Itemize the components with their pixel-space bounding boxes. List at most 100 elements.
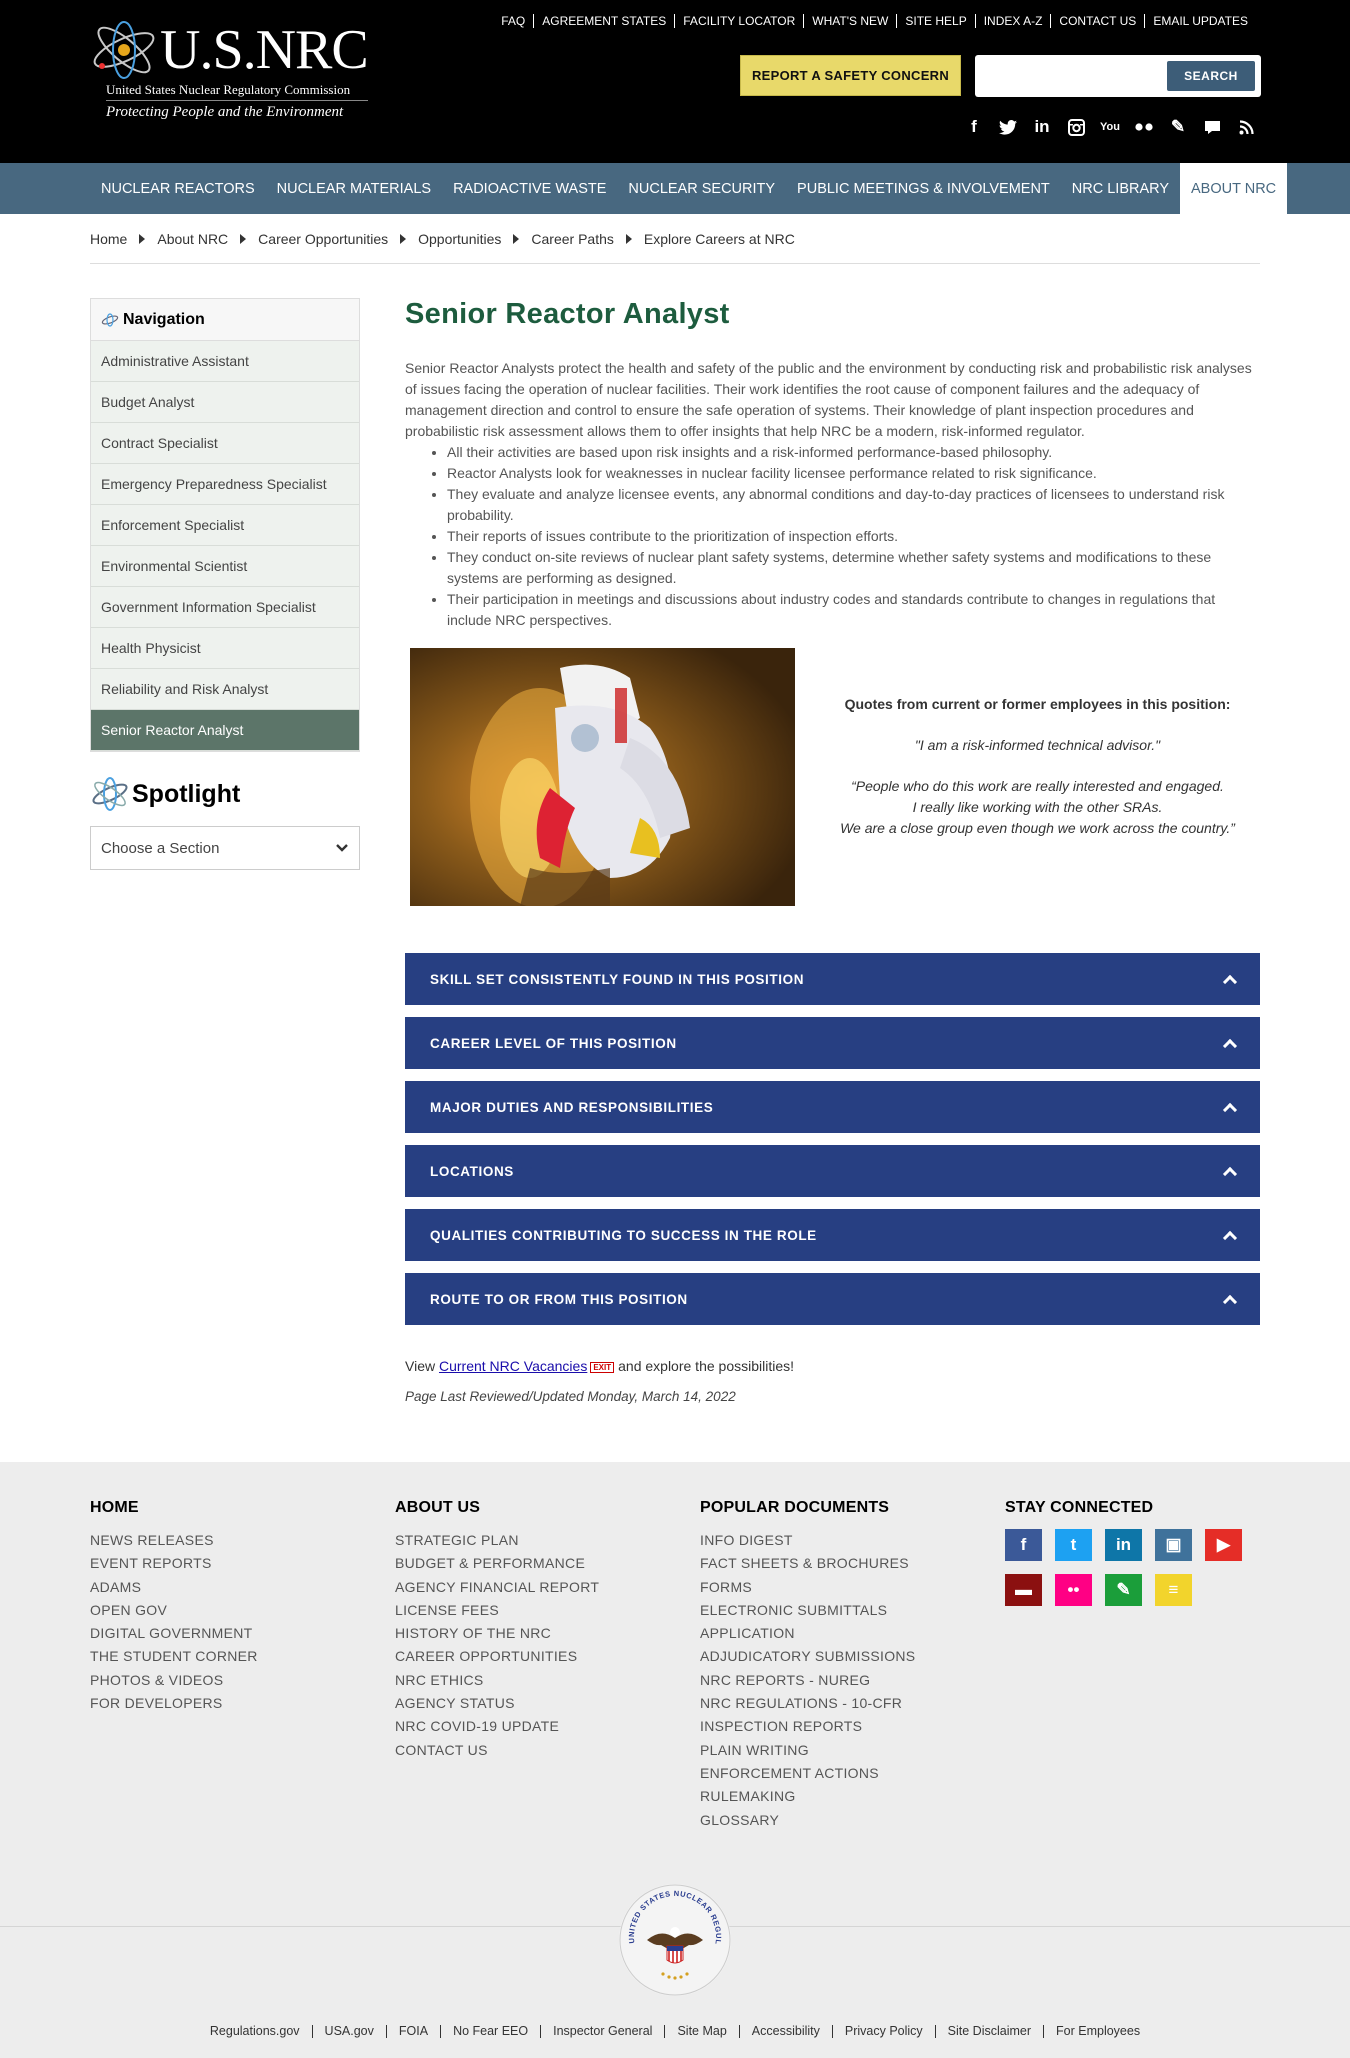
nav-nuclear-reactors[interactable]: NUCLEAR REACTORS xyxy=(90,163,266,214)
footer-link[interactable]: ELECTRONIC SUBMITTALS xyxy=(700,1599,915,1622)
pencil-icon[interactable]: ✎ xyxy=(1105,1574,1142,1606)
footer-link[interactable]: NRC REGULATIONS - 10-CFR xyxy=(700,1692,915,1715)
util-link-index[interactable]: INDEX A-Z xyxy=(974,14,1051,28)
nav-nuclear-security[interactable]: NUCLEAR SECURITY xyxy=(617,163,786,214)
flickr-icon[interactable] xyxy=(1134,117,1154,137)
instagram-icon[interactable] xyxy=(1066,117,1086,137)
nav-nrc-library[interactable]: NRC LIBRARY xyxy=(1061,163,1180,214)
footer-link[interactable]: THE STUDENT CORNER xyxy=(90,1645,258,1668)
footer-link-accessibility[interactable]: Accessibility xyxy=(738,2025,832,2038)
footer-link[interactable]: GLOSSARY xyxy=(700,1809,915,1832)
accordion-route[interactable]: ROUTE TO OR FROM THIS POSITION xyxy=(405,1273,1260,1325)
facebook-icon[interactable]: f xyxy=(964,117,984,137)
util-link-facility-locator[interactable]: FACILITY LOCATOR xyxy=(674,14,803,28)
nav-radioactive-waste[interactable]: RADIOACTIVE WASTE xyxy=(442,163,617,214)
nrc-logo[interactable]: U.S.NRC United States Nuclear Regulatory… xyxy=(90,18,370,128)
youtube-icon[interactable]: ▶ xyxy=(1205,1529,1242,1561)
footer-link-site-disclaimer[interactable]: Site Disclaimer xyxy=(934,2025,1043,2038)
facebook-icon[interactable]: f xyxy=(1005,1529,1042,1561)
sidebar-item-environmental-scientist[interactable]: Environmental Scientist xyxy=(91,546,359,587)
footer-link-privacy-policy[interactable]: Privacy Policy xyxy=(831,2025,935,2038)
footer-link[interactable]: NRC REPORTS - NUREG xyxy=(700,1669,915,1692)
breadcrumb-career-opportunities[interactable]: Career Opportunities xyxy=(258,231,388,247)
breadcrumb-home[interactable]: Home xyxy=(90,231,127,247)
footer-link[interactable]: NRC ETHICS xyxy=(395,1669,599,1692)
footer-link[interactable]: FOR DEVELOPERS xyxy=(90,1692,258,1715)
footer-link[interactable]: AGENCY FINANCIAL REPORT xyxy=(395,1576,599,1599)
footer-heading[interactable]: HOME xyxy=(90,1499,258,1517)
footer-link[interactable]: ENFORCEMENT ACTIONS xyxy=(700,1762,915,1785)
sidebar-item-administrative-assistant[interactable]: Administrative Assistant xyxy=(91,341,359,382)
accordion-major-duties[interactable]: MAJOR DUTIES AND RESPONSIBILITIES xyxy=(405,1081,1260,1133)
current-vacancies-link[interactable]: Current NRC Vacancies xyxy=(439,1358,587,1374)
accordion-qualities[interactable]: QUALITIES CONTRIBUTING TO SUCCESS IN THE… xyxy=(405,1209,1260,1261)
footer-link-inspector-general[interactable]: Inspector General xyxy=(540,2025,664,2038)
sidebar-item-senior-reactor-analyst[interactable]: Senior Reactor Analyst xyxy=(91,710,359,751)
footer-link[interactable]: FACT SHEETS & BROCHURES xyxy=(700,1552,915,1575)
sidebar-item-health-physicist[interactable]: Health Physicist xyxy=(91,628,359,669)
sidebar-item-reliability-risk-analyst[interactable]: Reliability and Risk Analyst xyxy=(91,669,359,710)
linkedin-icon[interactable]: in xyxy=(1105,1529,1142,1561)
footer-link-usa-gov[interactable]: USA.gov xyxy=(311,2025,386,2038)
sidebar-item-emergency-preparedness[interactable]: Emergency Preparedness Specialist xyxy=(91,464,359,505)
footer-link[interactable]: EVENT REPORTS xyxy=(90,1552,258,1575)
footer-link-foia[interactable]: FOIA xyxy=(385,2025,440,2038)
footer-link[interactable]: HISTORY OF THE NRC xyxy=(395,1622,599,1645)
sidebar-item-government-information[interactable]: Government Information Specialist xyxy=(91,587,359,628)
breadcrumb-opportunities[interactable]: Opportunities xyxy=(418,231,501,247)
rss-icon[interactable] xyxy=(1236,117,1256,137)
accordion-career-level[interactable]: CAREER LEVEL OF THIS POSITION xyxy=(405,1017,1260,1069)
comment-icon[interactable]: ▬ xyxy=(1005,1574,1042,1606)
search-input[interactable] xyxy=(983,63,1163,89)
footer-link[interactable]: INSPECTION REPORTS xyxy=(700,1715,915,1738)
footer-link-regulations-gov[interactable]: Regulations.gov xyxy=(198,2025,312,2038)
sidebar-item-budget-analyst[interactable]: Budget Analyst xyxy=(91,382,359,423)
breadcrumb-career-paths[interactable]: Career Paths xyxy=(531,231,613,247)
sidebar-item-enforcement-specialist[interactable]: Enforcement Specialist xyxy=(91,505,359,546)
util-link-site-help[interactable]: SITE HELP xyxy=(896,14,974,28)
footer-link[interactable]: APPLICATION xyxy=(700,1622,915,1645)
nav-nuclear-materials[interactable]: NUCLEAR MATERIALS xyxy=(266,163,442,214)
footer-link[interactable]: OPEN GOV xyxy=(90,1599,258,1622)
footer-link[interactable]: ADAMS xyxy=(90,1576,258,1599)
footer-link-no-fear-eeo[interactable]: No Fear EEO xyxy=(440,2025,540,2038)
report-safety-concern-button[interactable]: REPORT A SAFETY CONCERN xyxy=(740,55,961,96)
util-link-contact[interactable]: CONTACT US xyxy=(1050,14,1144,28)
footer-link[interactable]: LICENSE FEES xyxy=(395,1599,599,1622)
footer-link[interactable]: CAREER OPPORTUNITIES xyxy=(395,1645,599,1668)
nav-public-meetings[interactable]: PUBLIC MEETINGS & INVOLVEMENT xyxy=(786,163,1061,214)
footer-link-for-employees[interactable]: For Employees xyxy=(1043,2025,1152,2038)
footer-link[interactable]: DIGITAL GOVERNMENT xyxy=(90,1622,258,1645)
footer-link[interactable]: CONTACT US xyxy=(395,1739,599,1762)
footer-link[interactable]: FORMS xyxy=(700,1576,915,1599)
breadcrumb-explore-careers[interactable]: Explore Careers at NRC xyxy=(644,231,795,247)
instagram-icon[interactable]: ▣ xyxy=(1155,1529,1192,1561)
util-link-faq[interactable]: FAQ xyxy=(493,14,533,28)
choose-section-dropdown[interactable]: Choose a Section xyxy=(90,826,360,870)
accordion-locations[interactable]: LOCATIONS xyxy=(405,1145,1260,1197)
util-link-whats-new[interactable]: WHAT'S NEW xyxy=(803,14,896,28)
twitter-icon[interactable]: t xyxy=(1055,1529,1092,1561)
footer-link[interactable]: PLAIN WRITING xyxy=(700,1739,915,1762)
rss-icon[interactable]: ≡ xyxy=(1155,1574,1192,1606)
footer-link[interactable]: BUDGET & PERFORMANCE xyxy=(395,1552,599,1575)
footer-link[interactable]: NEWS RELEASES xyxy=(90,1529,258,1552)
footer-link-site-map[interactable]: Site Map xyxy=(664,2025,738,2038)
nav-about-nrc[interactable]: ABOUT NRC xyxy=(1180,163,1288,214)
footer-link[interactable]: ADJUDICATORY SUBMISSIONS xyxy=(700,1645,915,1668)
search-button[interactable]: SEARCH xyxy=(1167,61,1255,91)
footer-link[interactable]: AGENCY STATUS xyxy=(395,1692,599,1715)
twitter-icon[interactable] xyxy=(998,117,1018,137)
footer-link[interactable]: NRC COVID-19 UPDATE xyxy=(395,1715,599,1738)
breadcrumb-about-nrc[interactable]: About NRC xyxy=(157,231,228,247)
footer-link[interactable]: INFO DIGEST xyxy=(700,1529,915,1552)
flickr-icon[interactable]: •• xyxy=(1055,1574,1092,1606)
accordion-skill-set[interactable]: SKILL SET CONSISTENTLY FOUND IN THIS POS… xyxy=(405,953,1260,1005)
footer-link[interactable]: PHOTOS & VIDEOS xyxy=(90,1669,258,1692)
youtube-icon[interactable]: You xyxy=(1100,117,1120,137)
footer-link[interactable]: RULEMAKING xyxy=(700,1785,915,1808)
footer-link[interactable]: STRATEGIC PLAN xyxy=(395,1529,599,1552)
sidebar-item-contract-specialist[interactable]: Contract Specialist xyxy=(91,423,359,464)
util-link-email-updates[interactable]: EMAIL UPDATES xyxy=(1144,14,1256,28)
linkedin-icon[interactable]: in xyxy=(1032,117,1052,137)
